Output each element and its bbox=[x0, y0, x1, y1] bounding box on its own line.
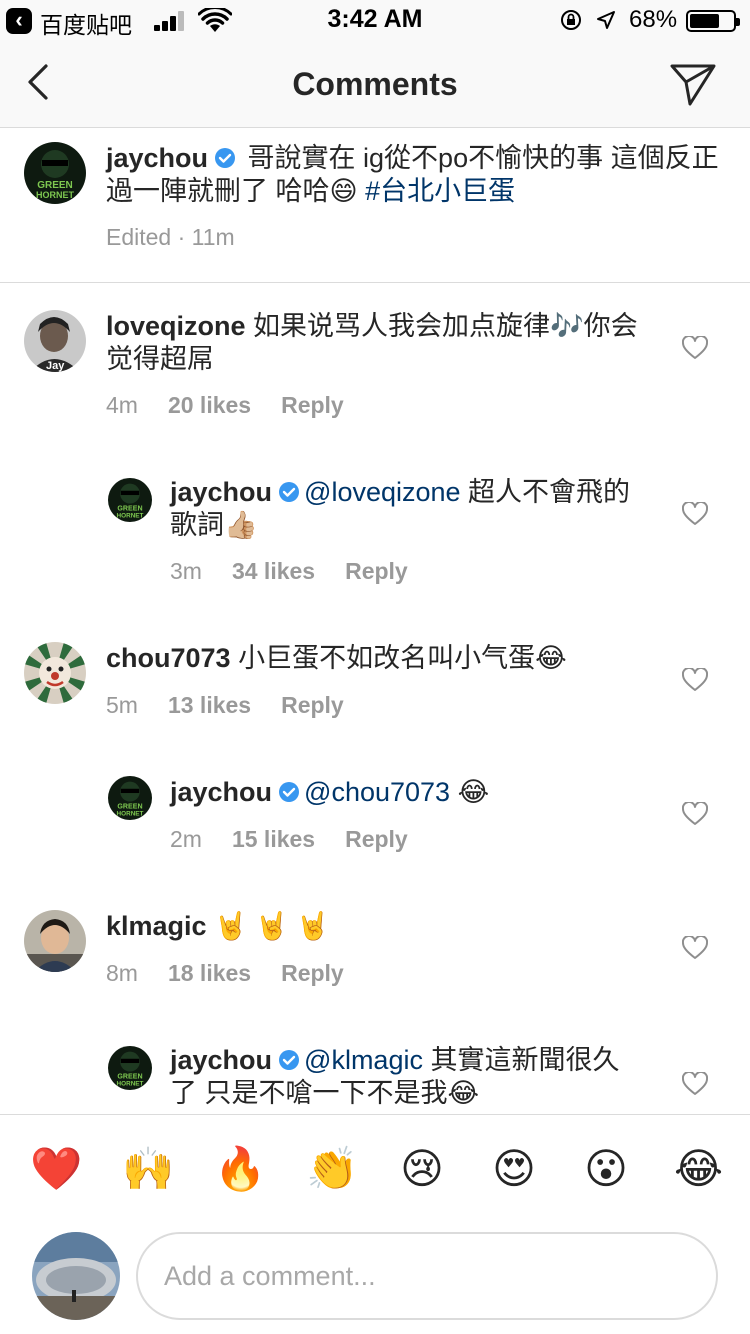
hashtag-link[interactable]: #台北小巨蛋 bbox=[365, 176, 515, 206]
emoji-crying-button[interactable]: 😢 bbox=[398, 1145, 446, 1193]
verified-badge-icon bbox=[279, 482, 300, 502]
reply-item: GREEN HORNET jaychou @chou7073 😂 2m 15 lik… bbox=[0, 762, 750, 872]
reply-button[interactable]: Reply bbox=[281, 692, 344, 718]
reply-item: GREEN HORNET jaychou @loveqizone 超人不會飛的歌詞… bbox=[0, 462, 750, 592]
svg-text:GREEN: GREEN bbox=[117, 505, 142, 513]
likes-count[interactable]: 34 likes bbox=[232, 558, 315, 584]
rotation-lock-icon bbox=[561, 10, 581, 30]
user-avatar-photo-icon bbox=[24, 910, 86, 972]
user-avatar-clown-icon bbox=[24, 642, 86, 704]
avatar[interactable]: GREEN HORNET bbox=[108, 776, 152, 820]
svg-text:HORNET: HORNET bbox=[117, 1081, 144, 1088]
emoji-quick-bar: ❤️ 🙌 🔥 👏 😢 😍 😮 😂 bbox=[0, 1114, 750, 1224]
comment-time: 2m bbox=[170, 826, 202, 852]
green-hornet-avatar-icon: GREEN HORNET bbox=[108, 776, 152, 820]
my-profile-photo-icon bbox=[32, 1232, 120, 1320]
caption: GREEN HORNET jaychou 哥說實在 ig從不po不愉快的事 這個… bbox=[0, 128, 750, 282]
direct-send-icon[interactable] bbox=[668, 58, 718, 108]
username[interactable]: jaychou bbox=[106, 143, 208, 173]
emoji-clap-button[interactable]: 👏 bbox=[306, 1145, 358, 1193]
edited-timestamp: Edited · 11m bbox=[106, 224, 235, 250]
avatar[interactable] bbox=[24, 910, 86, 972]
emoji-heart-eyes-button[interactable]: 😍 bbox=[490, 1145, 538, 1193]
username[interactable]: jaychou bbox=[170, 777, 272, 807]
username[interactable]: chou7073 bbox=[106, 643, 231, 673]
like-heart-icon[interactable] bbox=[682, 668, 708, 692]
emoji-heart-button[interactable]: ❤️ bbox=[30, 1145, 82, 1193]
verified-badge-icon bbox=[215, 148, 236, 168]
avatar[interactable]: Jay bbox=[24, 310, 86, 372]
reply-button[interactable]: Reply bbox=[281, 392, 344, 418]
likes-count[interactable]: 15 likes bbox=[232, 826, 315, 852]
avatar[interactable]: GREEN HORNET bbox=[108, 1046, 152, 1090]
emoji-tears-of-joy-button[interactable]: 😂 bbox=[674, 1145, 723, 1193]
mention-link[interactable]: @klmagic bbox=[304, 1045, 423, 1075]
username[interactable]: jaychou bbox=[170, 477, 272, 507]
battery-percent: 68% bbox=[629, 6, 678, 33]
like-heart-icon[interactable] bbox=[682, 336, 708, 360]
status-bar: ‹ 百度贴吧 3:42 AM 68% bbox=[0, 0, 750, 40]
svg-text:GREEN: GREEN bbox=[117, 1073, 142, 1081]
svg-text:GREEN: GREEN bbox=[117, 803, 142, 811]
reply-button[interactable]: Reply bbox=[281, 960, 344, 986]
username[interactable]: jaychou bbox=[170, 1045, 272, 1075]
like-heart-icon[interactable] bbox=[682, 1072, 708, 1096]
username[interactable]: loveqizone bbox=[106, 311, 246, 341]
green-hornet-avatar-icon: GREEN HORNET bbox=[108, 1046, 152, 1090]
add-comment-input[interactable] bbox=[136, 1232, 718, 1320]
like-heart-icon[interactable] bbox=[682, 502, 708, 526]
mention-link[interactable]: @chou7073 bbox=[304, 777, 450, 807]
svg-text:HORNET: HORNET bbox=[117, 513, 144, 520]
nav-bar: Comments bbox=[0, 40, 750, 128]
my-avatar bbox=[32, 1232, 120, 1320]
user-avatar-jay-icon: Jay bbox=[24, 310, 86, 372]
comment-text: 😂 bbox=[450, 777, 490, 807]
comment-composer bbox=[0, 1224, 750, 1334]
location-arrow-icon bbox=[597, 11, 615, 29]
like-heart-icon[interactable] bbox=[682, 936, 708, 960]
avatar[interactable] bbox=[24, 642, 86, 704]
comment-time: 3m bbox=[170, 558, 202, 584]
comment-text: 🤘 🤘 🤘 bbox=[206, 911, 330, 941]
comment-item: klmagic 🤘 🤘 🤘 8m 18 likes Reply bbox=[0, 896, 750, 1006]
comment-time: 8m bbox=[106, 960, 138, 986]
green-hornet-avatar-icon: GREEN HORNET bbox=[24, 142, 86, 204]
likes-count[interactable]: 13 likes bbox=[168, 692, 251, 718]
battery-icon bbox=[686, 10, 740, 32]
likes-count[interactable]: 18 likes bbox=[168, 960, 251, 986]
verified-badge-icon bbox=[279, 1050, 300, 1070]
green-hornet-avatar-icon: GREEN HORNET bbox=[108, 478, 152, 522]
svg-text:Jay: Jay bbox=[46, 360, 65, 372]
page-title: Comments bbox=[292, 66, 458, 102]
avatar[interactable]: GREEN HORNET bbox=[24, 142, 86, 204]
svg-text:HORNET: HORNET bbox=[117, 811, 144, 818]
comment-item: chou7073 小巨蛋不如改名叫小气蛋😂 5m 13 likes Reply bbox=[0, 628, 750, 738]
comments-list[interactable]: GREEN HORNET jaychou 哥說實在 ig從不po不愉快的事 這個… bbox=[0, 128, 750, 1114]
avatar[interactable]: GREEN HORNET bbox=[108, 478, 152, 522]
likes-count[interactable]: 20 likes bbox=[168, 392, 251, 418]
reply-button[interactable]: Reply bbox=[345, 558, 408, 584]
comment-time: 4m bbox=[106, 392, 138, 418]
username[interactable]: klmagic bbox=[106, 911, 207, 941]
svg-text:HORNET: HORNET bbox=[36, 190, 75, 200]
mention-link[interactable]: @loveqizone bbox=[304, 477, 461, 507]
verified-badge-icon bbox=[279, 782, 300, 802]
reply-item: GREEN HORNET jaychou @klmagic 其實這新聞很久了 只是… bbox=[0, 1030, 750, 1114]
emoji-raised-hands-button[interactable]: 🙌 bbox=[122, 1145, 174, 1193]
comment-time: 5m bbox=[106, 692, 138, 718]
emoji-surprised-button[interactable]: 😮 bbox=[582, 1145, 630, 1193]
reply-button[interactable]: Reply bbox=[345, 826, 408, 852]
like-heart-icon[interactable] bbox=[682, 802, 708, 826]
emoji-fire-button[interactable]: 🔥 bbox=[214, 1145, 266, 1193]
comment-item: Jay loveqizone 如果说骂人我会加点旋律🎶你会觉得超屌 4m 20 l… bbox=[0, 296, 750, 426]
comment-text: 小巨蛋不如改名叫小气蛋😂 bbox=[230, 643, 567, 673]
divider bbox=[0, 282, 750, 283]
